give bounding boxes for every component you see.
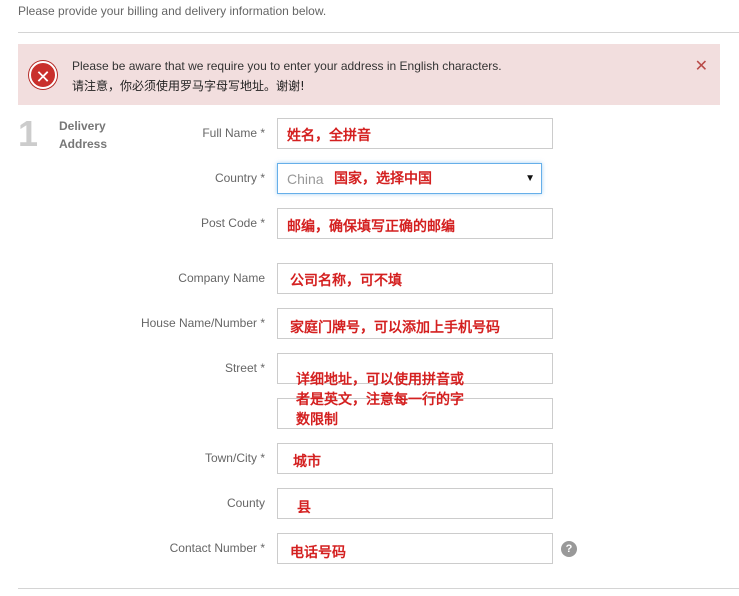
- street-annotation: 详细地址，可以使用拼音或者是英文，注意每一行的字数限制: [296, 372, 464, 428]
- county-input[interactable]: [277, 488, 553, 519]
- country-selected-value: China: [287, 171, 324, 187]
- county-annotation: 县: [297, 500, 311, 516]
- divider-bottom: [18, 588, 739, 589]
- full-name-label: Full Name *: [202, 126, 265, 140]
- close-icon[interactable]: ✕: [695, 56, 708, 76]
- divider-top: [18, 32, 739, 33]
- step-number: 1: [18, 113, 39, 154]
- alert-message-english: Please be aware that we require you to e…: [72, 59, 502, 73]
- house-number-annotation: 家庭门牌号，可以添加上手机号码: [290, 320, 500, 336]
- contact-number-label: Contact Number *: [169, 541, 265, 555]
- chevron-down-icon: ▼: [525, 173, 535, 184]
- contact-number-annotation: 电话号码: [290, 545, 346, 561]
- company-name-annotation: 公司名称，可不填: [290, 273, 402, 289]
- street-label: Street *: [224, 361, 265, 375]
- company-name-label: Company Name: [178, 271, 265, 285]
- country-annotation: 国家，选择中国: [334, 171, 432, 187]
- help-question-icon[interactable]: ?: [561, 541, 577, 557]
- step-title: Delivery Address: [59, 119, 108, 151]
- full-name-annotation: 姓名，全拼音: [287, 128, 371, 144]
- house-number-label: House Name/Number *: [140, 316, 265, 330]
- address-warning-alert: ✕ Please be aware that we require you to…: [18, 44, 720, 105]
- post-code-label: Post Code *: [200, 216, 265, 230]
- post-code-annotation: 邮编，确保填写正确的邮编: [287, 219, 455, 235]
- intro-text: Please provide your billing and delivery…: [18, 4, 327, 18]
- county-label: County: [226, 496, 265, 510]
- town-city-label: Town/City *: [204, 451, 265, 465]
- error-x-icon: ✕: [29, 61, 57, 89]
- country-label: Country *: [214, 171, 265, 185]
- alert-message-chinese: 请注意，你必须使用罗马字母写地址。谢谢!: [72, 79, 305, 93]
- town-city-annotation: 城市: [293, 454, 321, 470]
